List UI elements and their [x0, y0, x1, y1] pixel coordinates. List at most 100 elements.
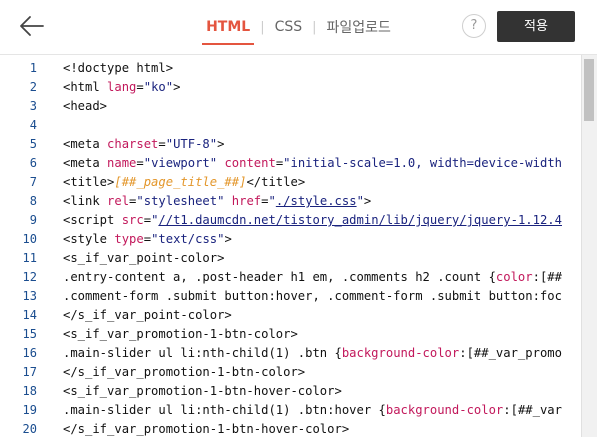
- line-number: 2: [29, 80, 37, 94]
- line-number: 5: [29, 137, 37, 151]
- code-token: >: [217, 137, 225, 151]
- tab-file-upload[interactable]: 파일업로드: [325, 17, 393, 37]
- code-token: "initial-scale=1.0, width=device-width: [283, 156, 562, 170]
- line-number: 11: [22, 251, 37, 265]
- code-line: 9 <script src="//t1.daumcdn.net/tistory_a…: [0, 211, 583, 230]
- code-line: 1 <!doctype html>: [0, 59, 583, 78]
- code-token: ./style.css: [275, 194, 357, 208]
- code-token: .main-slider ul li:nth-child(1) .btn:hov…: [63, 403, 386, 417]
- code-line: 2 <html lang="ko">: [0, 78, 583, 97]
- code-line: 3 <head>: [0, 97, 583, 116]
- code-token: background-color: [341, 346, 460, 360]
- code-text: <html lang="ko">: [63, 78, 180, 97]
- line-number: 4: [29, 118, 37, 132]
- code-token: =: [261, 194, 269, 208]
- code-token: >: [173, 80, 181, 94]
- line-number: 15: [22, 327, 37, 341]
- code-text: <script src="//t1.daumcdn.net/tistory_ad…: [63, 211, 562, 230]
- tab-html[interactable]: HTML: [202, 19, 255, 45]
- code-token: lang: [107, 80, 137, 94]
- code-text: </s_if_var_promotion-1-btn-color>: [63, 363, 305, 382]
- vertical-scrollbar[interactable]: [581, 55, 597, 437]
- tab-css[interactable]: CSS: [273, 19, 305, 35]
- editor-toolbar: HTML | CSS | 파일업로드 ? 적용: [0, 0, 597, 54]
- code-line: 12 .entry-content a, .post-header h1 em, …: [0, 268, 583, 287]
- code-line: 16 .main-slider ul li:nth-child(1) .btn {…: [0, 344, 583, 363]
- help-button[interactable]: ?: [462, 14, 486, 38]
- code-token: <head>: [63, 99, 108, 113]
- code-token: type: [114, 232, 144, 246]
- scrollbar-thumb[interactable]: [584, 59, 594, 121]
- code-token: "viewport": [143, 156, 218, 170]
- line-number: 9: [29, 213, 37, 227]
- code-token: =: [136, 80, 144, 94]
- code-line: 5 <meta charset="UTF-8">: [0, 135, 583, 154]
- code-token: ": [356, 194, 364, 208]
- line-number: 3: [29, 99, 37, 113]
- code-token: [##_page_title_##]: [114, 175, 247, 189]
- code-token: <s_if_var_promotion-1-btn-hover-color>: [63, 384, 342, 398]
- code-token: .main-slider ul li:nth-child(1) .btn {: [63, 346, 342, 360]
- code-token: </s_if_var_promotion-1-btn-hover-color>: [63, 422, 350, 436]
- code-text: <meta charset="UTF-8">: [63, 135, 224, 154]
- code-token: rel: [107, 194, 130, 208]
- code-token: .entry-content a, .post-header h1 em, .c…: [63, 270, 496, 284]
- code-token: charset: [107, 137, 159, 151]
- code-text: <link rel="stylesheet" href="./style.css…: [63, 192, 371, 211]
- code-line: 8 <link rel="stylesheet" href="./style.cs…: [0, 192, 583, 211]
- line-number: 6: [29, 156, 37, 170]
- code-token: .comment-form .submit button:hover, .com…: [63, 289, 562, 303]
- code-token: >: [363, 194, 372, 208]
- line-number: 8: [29, 194, 37, 208]
- line-number: 18: [22, 384, 37, 398]
- code-text: .comment-form .submit button:hover, .com…: [63, 287, 562, 306]
- code-token: <style: [63, 232, 115, 246]
- code-line: 18 <s_if_var_promotion-1-btn-hover-color>: [0, 382, 583, 401]
- code-text: <title>[##_page_title_##]</title>: [63, 173, 305, 192]
- code-token: <html: [63, 80, 108, 94]
- code-token: content: [224, 156, 276, 170]
- code-line: 20 </s_if_var_promotion-1-btn-hover-color…: [0, 420, 583, 438]
- code-token: =: [143, 213, 152, 227]
- code-token: <title>: [63, 175, 115, 189]
- code-text: .entry-content a, .post-header h1 em, .c…: [63, 268, 562, 287]
- code-token: <script: [63, 213, 122, 227]
- code-token: >: [224, 232, 232, 246]
- tab-divider: |: [312, 19, 317, 35]
- line-number: 1: [29, 61, 37, 75]
- code-token: //t1.daumcdn.net/tistory_admin/lib/jquer…: [158, 213, 562, 227]
- code-token: href: [231, 194, 262, 208]
- code-token: =: [158, 137, 166, 151]
- code-text: <s_if_var_point-color>: [63, 249, 224, 268]
- line-number: 10: [22, 232, 37, 246]
- line-number: 16: [22, 346, 37, 360]
- code-token: <meta: [63, 156, 108, 170]
- code-token: color: [495, 270, 533, 284]
- code-lines: 1 <!doctype html> 2 <html lang="ko"> 3 <head>…: [0, 59, 583, 438]
- code-line: 19 .main-slider ul li:nth-child(1) .btn:h…: [0, 401, 583, 420]
- line-number: 19: [22, 403, 37, 417]
- code-token: "ko": [143, 80, 174, 94]
- tab-divider: |: [260, 19, 265, 35]
- code-line: 17 </s_if_var_promotion-1-btn-color>: [0, 363, 583, 382]
- code-token: :[##: [532, 270, 562, 284]
- code-token: </s_if_var_promotion-1-btn-color>: [63, 365, 306, 379]
- code-token: :[##_var_promo: [459, 346, 562, 360]
- code-text: <style type="text/css">: [63, 230, 232, 249]
- code-token: ": [268, 194, 276, 208]
- tab-html-label: HTML: [206, 19, 251, 35]
- code-line: 15 <s_if_var_promotion-1-btn-color>: [0, 325, 583, 344]
- line-number: 14: [22, 308, 37, 322]
- active-tab-underline: [202, 43, 255, 45]
- code-line: 4: [0, 116, 583, 135]
- apply-button[interactable]: 적용: [497, 11, 575, 42]
- code-token: name: [107, 156, 137, 170]
- code-text: <meta name="viewport" content="initial-s…: [63, 154, 562, 173]
- code-text: <s_if_var_promotion-1-btn-color>: [63, 325, 298, 344]
- code-text: .main-slider ul li:nth-child(1) .btn {ba…: [63, 344, 562, 363]
- code-line: 10 <style type="text/css">: [0, 230, 583, 249]
- code-line: 14 </s_if_var_point-color>: [0, 306, 583, 325]
- code-token: <!doctype html>: [63, 61, 174, 75]
- code-editor[interactable]: 1 <!doctype html> 2 <html lang="ko"> 3 <head>…: [0, 54, 597, 438]
